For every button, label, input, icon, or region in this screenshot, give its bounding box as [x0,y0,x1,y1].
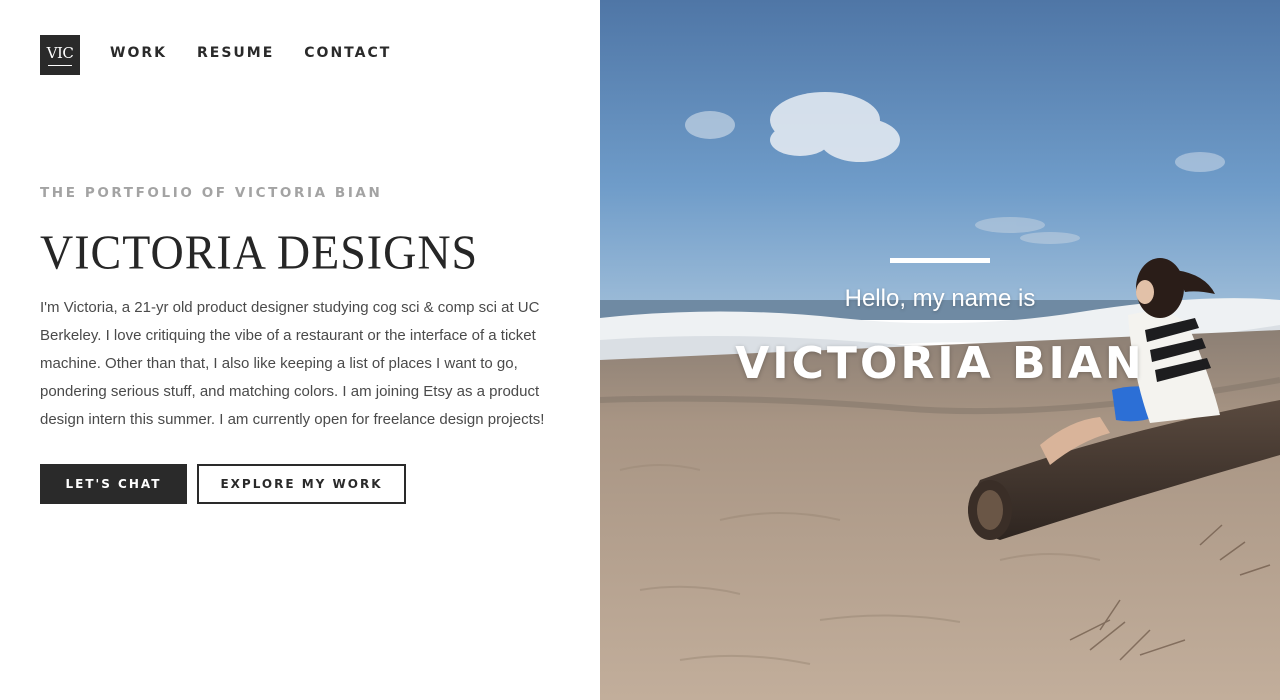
hero-greeting: Hello, my name is [844,285,1036,312]
hero-name: VICTORIA BIAN [735,338,1145,389]
lets-chat-button[interactable]: LET'S CHAT [40,464,187,504]
nav-work-link[interactable]: WORK [110,45,167,61]
intro-paragraph: I'm Victoria, a 21-yr old product design… [40,299,545,428]
page-title: VICTORIA DESIGNS [40,225,479,280]
portfolio-kicker: THE PORTFOLIO OF VICTORIA BIAN [40,185,383,201]
hero-banner: Hello, my name is VICTORIA BIAN [600,0,1280,700]
main-nav: WORK RESUME CONTACT [110,45,391,61]
intro-panel: VIC WORK RESUME CONTACT THE PORTFOLIO OF… [0,0,600,700]
explore-work-button[interactable]: EXPLORE MY WORK [197,464,406,504]
nav-resume-link[interactable]: RESUME [197,45,274,61]
site-logo[interactable]: VIC [40,35,80,75]
logo-text: VIC [46,44,74,62]
logo-underline [48,65,72,66]
hero-divider [890,258,990,263]
nav-contact-link[interactable]: CONTACT [304,45,391,61]
